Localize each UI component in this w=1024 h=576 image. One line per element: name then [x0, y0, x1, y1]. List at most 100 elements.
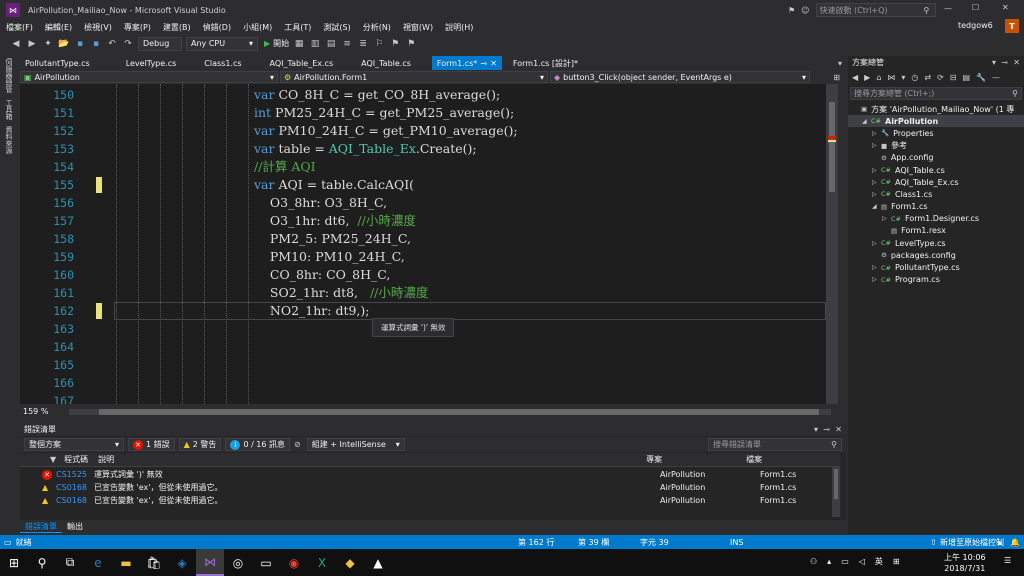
photos-icon[interactable]: ▲: [364, 549, 392, 576]
code-line[interactable]: //計算 AQI: [254, 158, 316, 176]
file-explorer-icon[interactable]: ▬: [112, 549, 140, 576]
toolbar-icon-c[interactable]: ▤: [325, 38, 337, 50]
new-project-icon[interactable]: ✦: [42, 38, 54, 50]
pin-icon[interactable]: ⊸: [480, 59, 487, 68]
collapsed-arrow-icon[interactable]: ▷: [882, 215, 891, 222]
solution-tree-item[interactable]: ◢ C# AirPollution: [848, 115, 1024, 128]
history-icon[interactable]: ◷: [911, 73, 918, 82]
menu-item[interactable]: 專案(P): [124, 22, 151, 33]
collapsed-arrow-icon[interactable]: ▷: [872, 130, 881, 137]
collapsed-arrow-icon[interactable]: ▷: [872, 191, 881, 198]
collapsed-arrow-icon[interactable]: ▷: [872, 179, 881, 186]
tab-error-list[interactable]: 錯誤清單: [20, 521, 62, 533]
bookmark-prev-icon[interactable]: ⚑: [389, 38, 401, 50]
uncomment-icon[interactable]: ≣: [357, 38, 369, 50]
app-icon-4[interactable]: ◆: [336, 549, 364, 576]
quick-launch-search-icon[interactable]: ⚲: [924, 6, 930, 15]
menu-item[interactable]: 建置(B): [163, 22, 191, 33]
code-line[interactable]: int PM25_24H_C = get_PM25_average();: [254, 104, 514, 122]
class-dropdown[interactable]: ⚙ AirPollution.Form1 ▾: [280, 71, 548, 83]
error-row[interactable]: ▲ CS0168 已宣告變數 'ex'，但從未使用過它。 AirPollution Fo…: [20, 494, 840, 507]
menu-item[interactable]: 測試(S): [323, 22, 350, 33]
solution-tree-item[interactable]: ▷ C# PollutantType.cs: [848, 261, 1024, 273]
feedback-icon[interactable]: ☺: [801, 6, 809, 15]
save-icon[interactable]: ▪: [74, 38, 86, 50]
sync-icon[interactable]: ⇄: [924, 73, 931, 82]
visual-studio-icon[interactable]: ⋈: [196, 549, 224, 576]
comment-icon[interactable]: ≡: [341, 38, 353, 50]
code-line[interactable]: SO2_1hr: dt8, //小時濃度: [254, 284, 429, 302]
refresh-icon[interactable]: ⟳: [937, 73, 944, 82]
store-icon[interactable]: 🛍: [140, 549, 168, 576]
error-search-input[interactable]: 搜尋錯誤清單 ⚲: [708, 438, 842, 451]
code-line[interactable]: var AQI = table.CalcAQI(: [254, 176, 414, 194]
code-area[interactable]: var CO_8H_C = get_CO_8H_average(); int PM…: [20, 84, 837, 404]
solution-tree-item[interactable]: ▷ 🔧 Properties: [848, 127, 1024, 139]
notification-flag-icon[interactable]: ⚑: [788, 6, 795, 15]
menu-item[interactable]: 視窗(W): [403, 22, 433, 33]
home-icon[interactable]: ⌂: [876, 73, 881, 82]
menu-item[interactable]: 檔案(F): [6, 22, 33, 33]
scroll-thumb[interactable]: [829, 102, 835, 192]
error-row[interactable]: ✕ CS1525 運算式詞彙 ')' 無效 AirPollution Form1.cs: [20, 468, 840, 481]
code-line[interactable]: NO2_1hr: dt9,);: [254, 302, 370, 320]
forward-icon[interactable]: ▶: [26, 38, 38, 50]
menu-item[interactable]: 編輯(E): [45, 22, 72, 33]
col-project-header[interactable]: 專案: [646, 454, 746, 465]
col-desc-header[interactable]: 說明: [98, 454, 646, 465]
chevron-up-icon[interactable]: ▴: [998, 538, 1002, 547]
upload-icon[interactable]: ⇧: [930, 538, 937, 547]
tab-overflow-icon[interactable]: ▾: [838, 59, 842, 68]
error-marker[interactable]: [828, 136, 836, 139]
app-icon-3[interactable]: ▭: [252, 549, 280, 576]
error-code[interactable]: CS0168: [56, 483, 90, 492]
solution-search-input[interactable]: 搜尋方案總管 (Ctrl+;) ⚲: [850, 87, 1022, 100]
panel-pin-icon[interactable]: ⊸: [823, 425, 830, 434]
solution-tree-item[interactable]: ▷ C# Program.cs: [848, 274, 1024, 286]
error-row[interactable]: ▲ CS0168 已宣告變數 'ex'，但從未使用過它。 AirPollution Fo…: [20, 481, 840, 494]
tab-aqi-table-ex[interactable]: AQI_Table_Ex.cs: [265, 56, 339, 70]
solution-tree-item[interactable]: ⚙ packages.config: [848, 249, 1024, 261]
edge-icon[interactable]: e: [84, 549, 112, 576]
code-line[interactable]: PM2_5: PM25_24H_C,: [254, 230, 411, 248]
code-line[interactable]: var table = AQI_Table_Ex.Create();: [254, 140, 477, 158]
menu-item[interactable]: 偵錯(D): [203, 22, 231, 33]
menu-item[interactable]: 小組(M): [243, 22, 272, 33]
collapsed-arrow-icon[interactable]: ▷: [872, 276, 881, 283]
open-icon[interactable]: 📂: [58, 38, 70, 50]
project-dropdown[interactable]: ▣ AirPollution ▾: [20, 71, 278, 83]
code-line[interactable]: PM10: PM10_24H_C,: [254, 248, 405, 266]
network-icon[interactable]: ▭: [841, 557, 849, 566]
switch-views-icon[interactable]: ▾: [901, 73, 905, 82]
add-source-control[interactable]: 新增至原始檔控制: [940, 537, 1004, 548]
start-icon[interactable]: ⊞: [0, 549, 28, 576]
forward-icon[interactable]: ▶: [864, 73, 870, 82]
panel-close-icon[interactable]: ✕: [1013, 58, 1020, 67]
solution-tree-item[interactable]: ▷ C# AQI_Table.cs: [848, 164, 1024, 176]
menu-item[interactable]: 說明(H): [445, 22, 473, 33]
solution-tree-item[interactable]: ▷ C# AQI_Table_Ex.cs: [848, 176, 1024, 188]
split-icon[interactable]: ⊞: [833, 73, 840, 82]
warnings-filter-button[interactable]: ▲ 2 警告: [178, 438, 222, 451]
app-icon[interactable]: ◈: [168, 549, 196, 576]
code-line[interactable]: var CO_8H_C = get_CO_8H_average();: [254, 86, 500, 104]
user-name[interactable]: tedgow6: [958, 21, 993, 30]
col-code-header[interactable]: 程式碼: [64, 454, 94, 465]
tab-aqi-table[interactable]: AQI_Table.cs: [356, 56, 416, 70]
notifications-icon[interactable]: 🔔: [1010, 538, 1020, 547]
menu-item[interactable]: 檢視(V): [84, 22, 112, 33]
code-line[interactable]: O3_8hr: O3_8H_C,: [254, 194, 387, 212]
member-dropdown[interactable]: ◆ button3_Click(object sender, EventArgs …: [550, 71, 810, 83]
collapsed-arrow-icon[interactable]: ▷: [872, 240, 881, 247]
tab-toolbox[interactable]: 工具箱: [4, 99, 14, 120]
tab-output[interactable]: 輸出: [62, 521, 88, 532]
solution-tree-item[interactable]: ▷ C# Class1.cs: [848, 188, 1024, 200]
tab-form1-cs[interactable]: Form1.cs* ⊸ ✕: [431, 56, 502, 70]
collapsed-arrow-icon[interactable]: ▷: [872, 264, 881, 271]
undo-icon[interactable]: ↶: [106, 38, 118, 50]
solution-tree-item[interactable]: ▣ 方案 'AirPollution_Mailiao_Now' (1 專: [848, 103, 1024, 115]
config-dropdown[interactable]: Debug: [138, 36, 182, 51]
errors-filter-button[interactable]: ✕ 1 錯誤: [128, 438, 175, 451]
user-avatar[interactable]: T: [1005, 19, 1019, 33]
clear-filter-icon[interactable]: ⊘: [294, 440, 301, 449]
